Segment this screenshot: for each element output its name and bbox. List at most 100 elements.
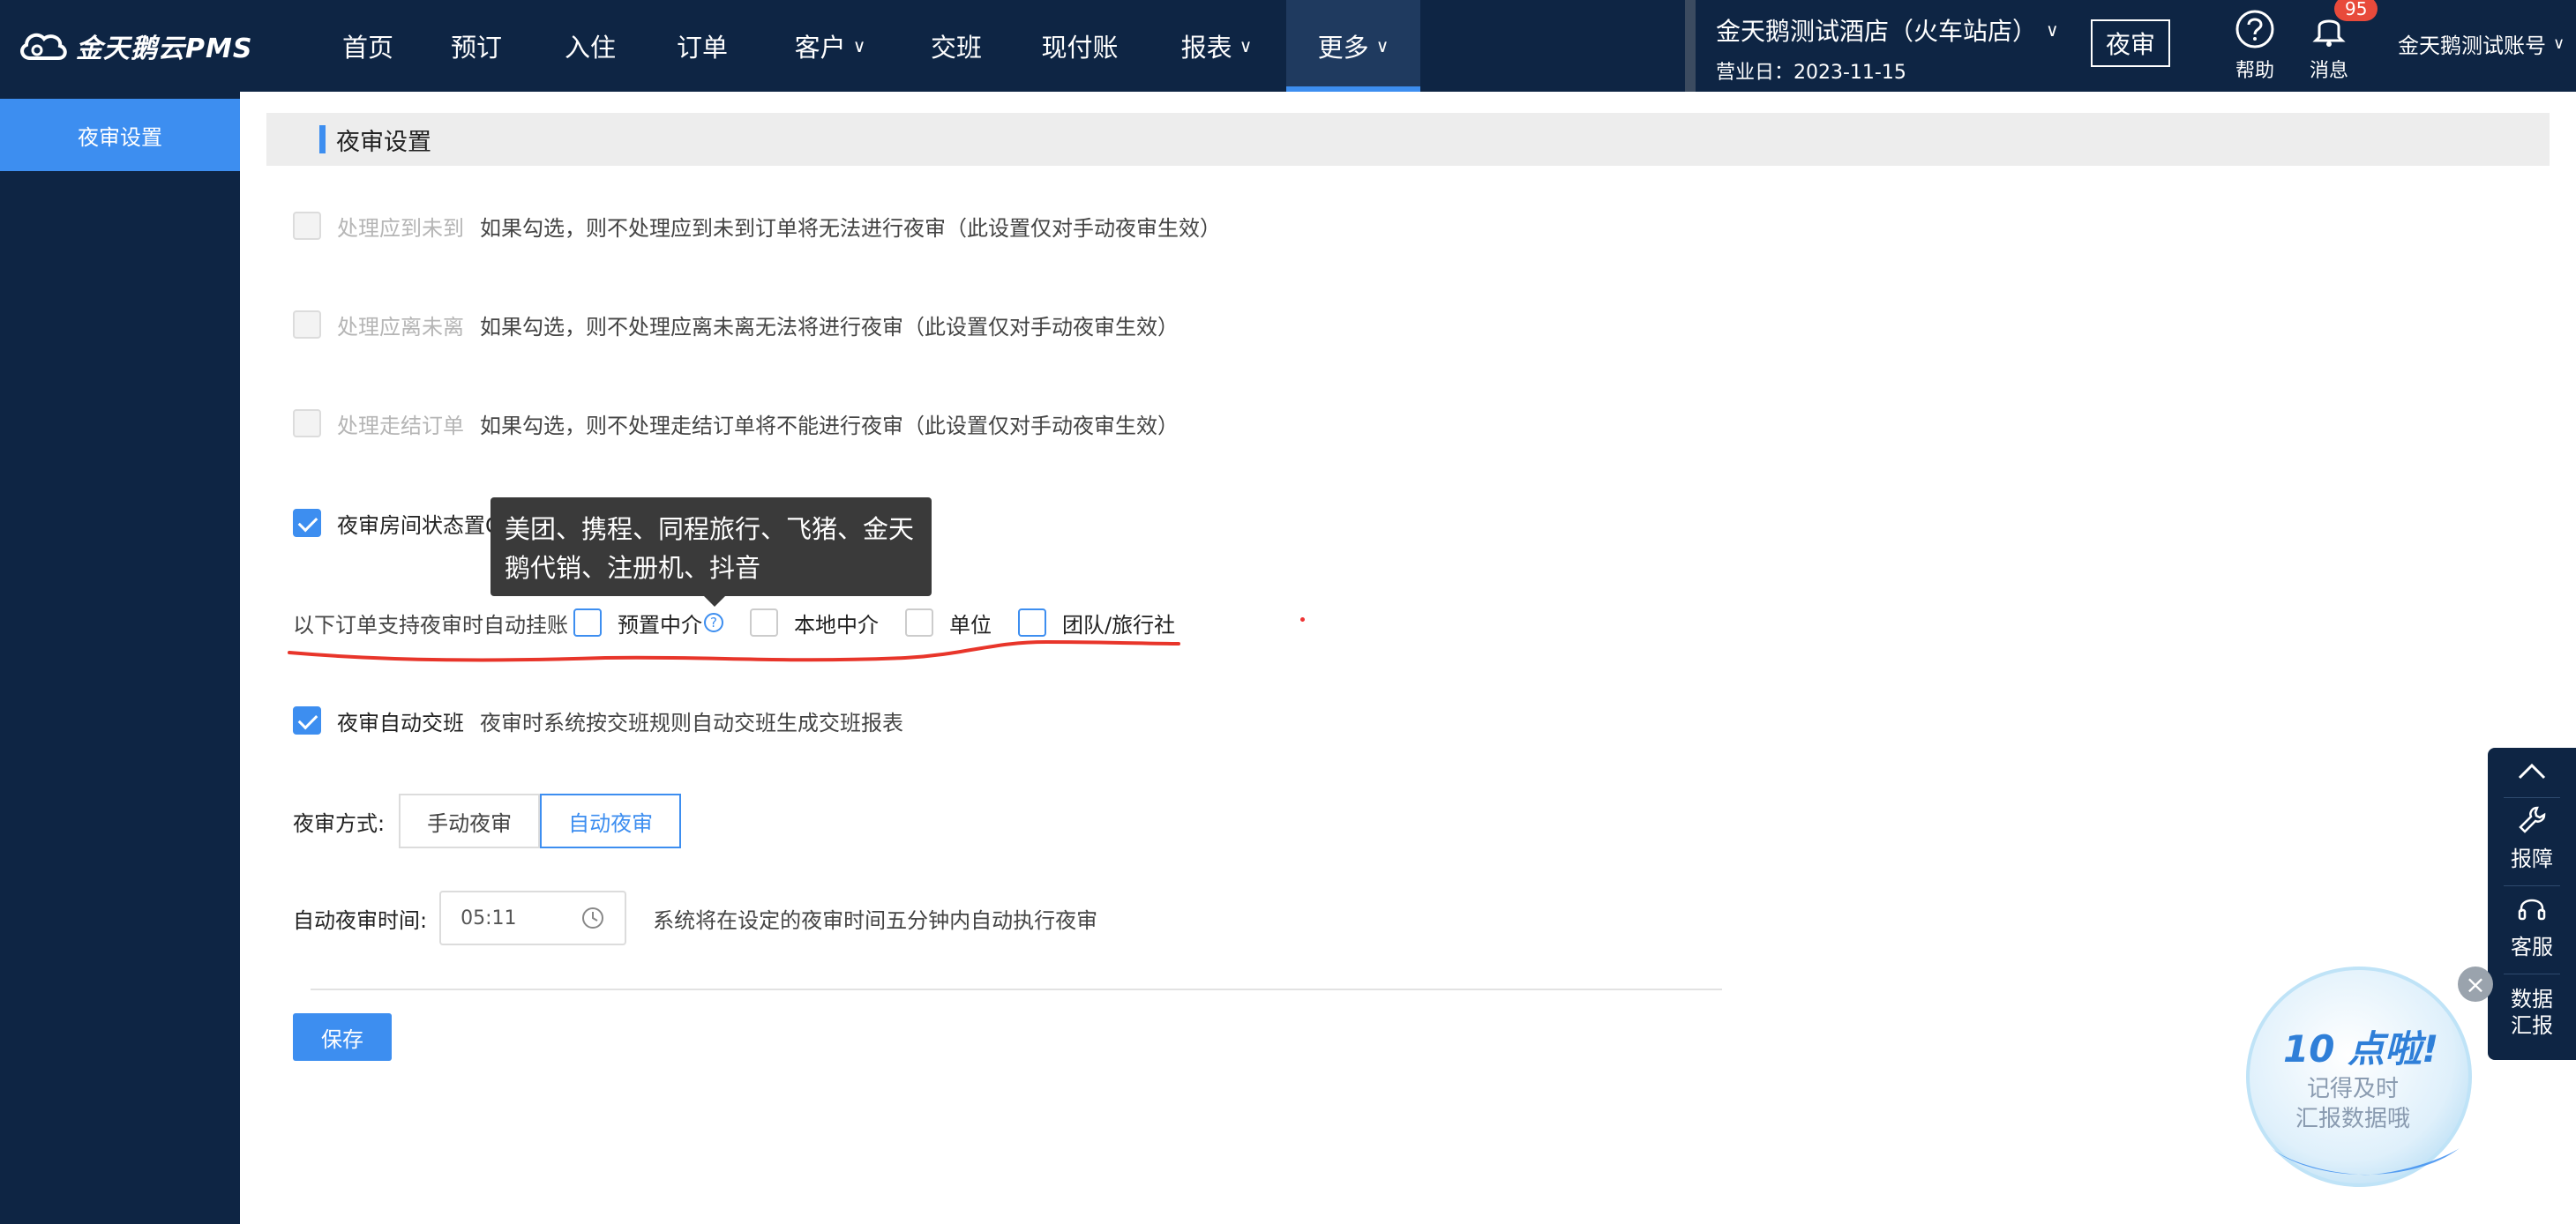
help-circle-icon[interactable]: ?	[704, 613, 723, 632]
sidebar-item-night-audit-settings[interactable]: 夜审设置	[0, 99, 240, 171]
main-nav: 首页 预订 入住 订单 客户 ∨ 交班 现付账 报表 ∨ 更多 ∨	[319, 0, 1420, 92]
auto-audit-option[interactable]: 自动夜审	[540, 794, 682, 848]
sidebar: 夜审设置	[0, 92, 240, 1224]
nav-label: 入住	[564, 33, 616, 63]
nav-label: 交班	[930, 33, 982, 63]
auto-audit-time-row: 自动夜审时间: 05:11 系统将在设定的夜审时间五分钟内自动执行夜审	[293, 891, 1097, 945]
nav-more[interactable]: 更多 ∨	[1286, 0, 1420, 92]
form-divider	[311, 989, 1722, 990]
scroll-top-button[interactable]	[2488, 760, 2576, 787]
chevron-down-icon: ∨	[2553, 34, 2565, 53]
setting-desc: 如果勾选，则不处理应离未离无法将进行夜审（此设置仅对手动夜审生效）	[480, 314, 1179, 340]
setting-desc: 如果勾选，则不处理走结订单将不能进行夜审（此设置仅对手动夜审生效）	[480, 413, 1179, 438]
auto-time-note: 系统将在设定的夜审时间五分钟内自动执行夜审	[653, 907, 1098, 933]
account-menu[interactable]: 金天鹅测试账号 ∨	[2398, 28, 2565, 59]
cloud-logo-icon	[20, 33, 67, 60]
overstay-checkbox[interactable]	[293, 310, 321, 339]
annotation-underline	[288, 639, 1180, 662]
setting-row-no-show: 处理应到未到 如果勾选，则不处理应到未到订单将无法进行夜审（此设置仅对手动夜审生…	[293, 208, 1221, 243]
audit-mode-toggle: 手动夜审 自动夜审	[399, 794, 682, 848]
setting-label: 处理应到未到	[337, 215, 464, 241]
chevron-up-icon	[2518, 763, 2546, 780]
close-icon[interactable]: ×	[2458, 967, 2493, 1002]
room-od-checkbox[interactable]	[293, 509, 321, 537]
app-name: 金天鹅云PMS	[76, 34, 253, 64]
checkout-settle-checkbox[interactable]	[293, 409, 321, 437]
reminder-text: 记得及时 汇报数据哦	[2295, 1074, 2410, 1134]
data-report-button[interactable]: 数据汇报	[2505, 986, 2558, 1039]
audit-mode-label: 夜审方式:	[293, 810, 386, 836]
auto-time-value: 05:11	[461, 907, 517, 929]
header-divider	[1685, 0, 1696, 92]
setting-desc: 夜审时系统按交班规则自动交班生成交班报表	[480, 710, 903, 735]
manual-audit-option[interactable]: 手动夜审	[399, 794, 541, 848]
section-accent-bar	[319, 125, 326, 153]
account-name: 金天鹅测试账号	[2398, 34, 2546, 58]
save-button[interactable]: 保存	[293, 1013, 392, 1061]
setting-label: 处理应离未离	[337, 314, 464, 340]
clock-icon	[582, 907, 604, 929]
setting-row-overstay: 处理应离未离 如果勾选，则不处理应离未离无法将进行夜审（此设置仅对手动夜审生效）	[293, 307, 1179, 342]
float-label: 客服	[2511, 935, 2553, 959]
nav-label: 更多	[1317, 33, 1369, 63]
hotel-name: 金天鹅测试酒店（火车站店）	[1716, 17, 2038, 46]
nav-label: 报表	[1180, 33, 1232, 63]
messages-button[interactable]: 95 消息	[2294, 0, 2378, 83]
setting-label: 夜审自动交班	[337, 710, 464, 735]
report-issue-button[interactable]: 报障	[2488, 804, 2576, 872]
nav-reports[interactable]: 报表 ∨	[1147, 0, 1286, 92]
messages-label: 消息	[2309, 60, 2348, 82]
agency-tooltip: 美团、携程、同程旅行、飞猪、金天鹅代销、注册机、抖音	[490, 497, 932, 607]
float-label: 数据汇报	[2511, 987, 2553, 1038]
nav-checkin[interactable]: 入住	[536, 0, 644, 92]
wrench-icon	[2519, 806, 2546, 833]
night-audit-button[interactable]: 夜审	[2091, 19, 2170, 67]
chevron-down-icon: ∨	[1375, 35, 1389, 56]
floating-toolbar: 报障 客服 数据汇报	[2488, 748, 2576, 1060]
top-nav-bar: 金天鹅云PMS 首页 预订 入住 订单 客户 ∨ 交班 现付账 报表 ∨ 更多 ∨ 金…	[0, 0, 2576, 92]
app-logo[interactable]: 金天鹅云PMS	[18, 25, 252, 67]
nav-label: 订单	[676, 33, 728, 63]
sidebar-item-label: 夜审设置	[78, 124, 162, 150]
headset-icon	[2518, 899, 2546, 921]
help-button[interactable]: 帮助	[2220, 9, 2290, 83]
auto-shift-checkbox[interactable]	[293, 706, 321, 735]
nav-booking[interactable]: 预订	[416, 0, 536, 92]
question-circle-icon	[2235, 10, 2274, 49]
chevron-down-icon: ∨	[852, 35, 866, 56]
nav-label: 预订	[450, 33, 502, 63]
chevron-down-icon: ∨	[1239, 35, 1253, 56]
hotel-selector[interactable]: 金天鹅测试酒店（火车站店） ∨ 营业日：2023-11-15	[1716, 12, 2059, 85]
auto-time-input[interactable]: 05:11	[439, 891, 627, 945]
nav-orders[interactable]: 订单	[644, 0, 760, 92]
nav-cash-account[interactable]: 现付账	[1013, 0, 1147, 92]
chevron-down-icon: ∨	[2046, 19, 2059, 41]
help-label: 帮助	[2235, 60, 2274, 82]
setting-desc: 如果勾选，则不处理应到未到订单将无法进行夜审（此设置仅对手动夜审生效）	[480, 215, 1221, 241]
reminder-line: 记得及时	[2307, 1076, 2400, 1102]
section-header: 夜审设置	[266, 113, 2550, 166]
business-date: 营业日：2023-11-15	[1716, 62, 1906, 84]
nav-label: 现付账	[1041, 33, 1119, 63]
nav-label: 客户	[794, 33, 846, 63]
setting-row-checkout-settle: 处理走结订单 如果勾选，则不处理走结订单将不能进行夜审（此设置仅对手动夜审生效）	[293, 406, 1179, 441]
no-show-checkbox[interactable]	[293, 212, 321, 240]
message-count-badge: 95	[2334, 0, 2378, 21]
float-divider	[2504, 885, 2560, 886]
customer-service-button[interactable]: 客服	[2488, 892, 2576, 960]
section-title: 夜审设置	[336, 128, 431, 156]
nav-shift[interactable]: 交班	[900, 0, 1013, 92]
annotation-dot	[1300, 617, 1305, 622]
float-divider	[2504, 797, 2560, 798]
nav-customers[interactable]: 客户 ∨	[760, 0, 900, 92]
wave-decoration	[2271, 1148, 2460, 1175]
reminder-line: 汇报数据哦	[2295, 1106, 2411, 1132]
nav-home[interactable]: 首页	[319, 0, 416, 92]
nav-label: 首页	[341, 33, 393, 63]
auto-time-label: 自动夜审时间:	[293, 907, 428, 933]
reminder-title: 10 点啦!	[2283, 1027, 2439, 1071]
data-report-reminder-popup[interactable]: 10 点啦! 记得及时 汇报数据哦 ×	[2246, 967, 2493, 1196]
float-label: 报障	[2511, 847, 2553, 871]
setting-label: 处理走结订单	[337, 413, 464, 438]
setting-row-auto-shift: 夜审自动交班 夜审时系统按交班规则自动交班生成交班报表	[293, 703, 903, 738]
